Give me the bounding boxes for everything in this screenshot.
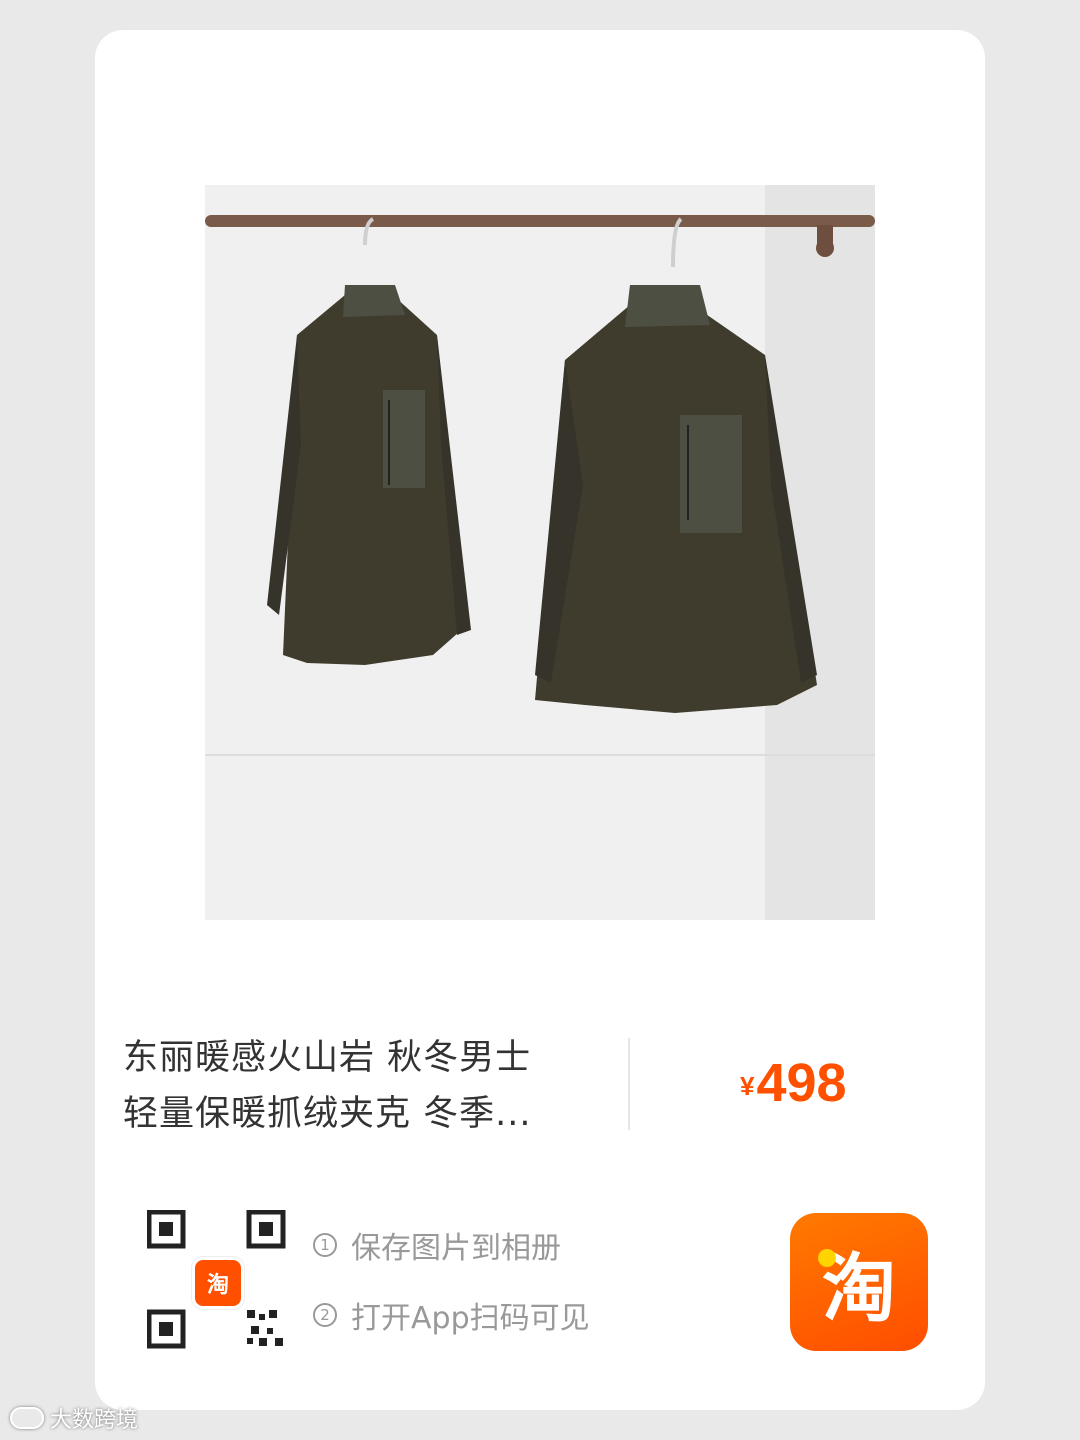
step-save: 1 保存图片到相册: [313, 1225, 590, 1266]
step2-text: 打开App扫码可见: [351, 1301, 590, 1336]
product-title-line1: 东丽暖感火山岩 秋冬男士: [123, 1038, 532, 1078]
step-scan: 2 打开App扫码可见: [313, 1295, 590, 1336]
taobao-app-icon[interactable]: 淘: [790, 1213, 928, 1351]
currency-symbol: ¥: [740, 1071, 755, 1101]
step1-text: 保存图片到相册: [351, 1231, 561, 1266]
watermark: 大数跨境: [10, 1402, 138, 1434]
step1-number: 1: [313, 1233, 337, 1257]
app-icon-glyph: 淘: [822, 1245, 896, 1332]
product-price: ¥498: [740, 1052, 847, 1114]
jackets-photo: [205, 185, 875, 920]
divider: [628, 1038, 630, 1130]
product-title[interactable]: 东丽暖感火山岩 秋冬男士 轻量保暖抓绒夹克 冬季...: [123, 1030, 603, 1142]
qr-code[interactable]: 淘: [146, 1209, 287, 1350]
qr-taobao-badge: 淘: [192, 1257, 244, 1309]
product-title-line2: 轻量保暖抓绒夹克 冬季...: [123, 1094, 532, 1134]
share-instructions: 1 保存图片到相册 2 打开App扫码可见: [313, 1225, 590, 1365]
share-card: 东丽暖感火山岩 秋冬男士 轻量保暖抓绒夹克 冬季... ¥498 淘 1 保存图…: [95, 30, 985, 1410]
app-icon-dot: [818, 1249, 836, 1267]
product-image[interactable]: [205, 185, 875, 920]
price-value: 498: [756, 1053, 847, 1113]
watermark-text: 大数跨境: [50, 1408, 139, 1433]
watermark-logo-icon: [10, 1407, 44, 1429]
step2-number: 2: [313, 1303, 337, 1327]
